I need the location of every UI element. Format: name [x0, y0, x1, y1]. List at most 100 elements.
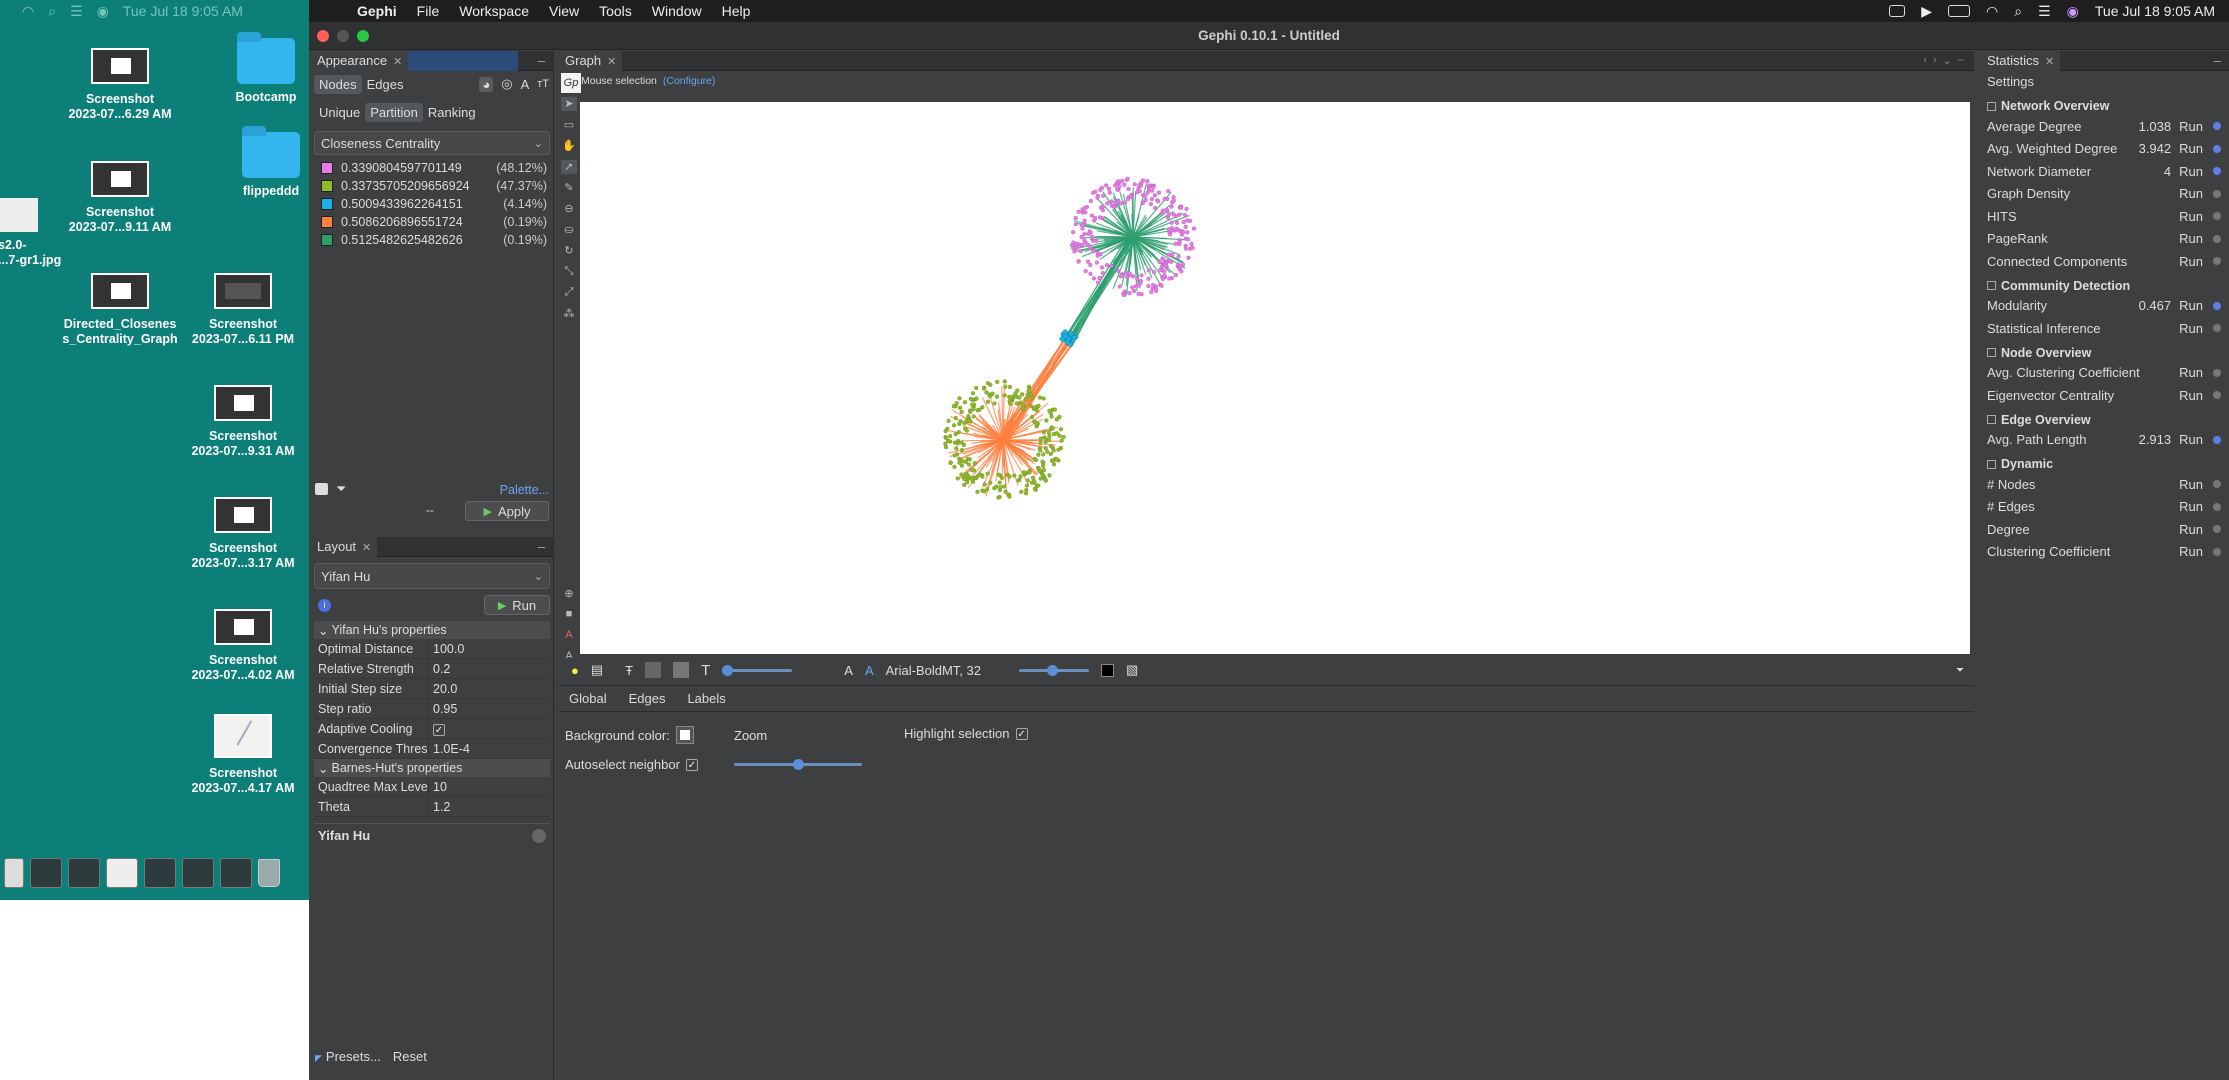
- partition-color-swatch[interactable]: [321, 162, 333, 174]
- tab-ranking[interactable]: Ranking: [423, 103, 481, 122]
- label-color-icon[interactable]: A: [521, 77, 530, 92]
- font-color-icon[interactable]: A: [865, 663, 874, 678]
- node-link-icon[interactable]: ⤢: [561, 286, 577, 300]
- font-color-icon[interactable]: A: [561, 629, 577, 643]
- partition-color-swatch[interactable]: [321, 180, 333, 192]
- menu-app-gephi[interactable]: Gephi: [357, 3, 397, 19]
- chevron-left-icon[interactable]: ‹: [1923, 54, 1927, 67]
- run-statistic-button[interactable]: Run: [2179, 365, 2203, 380]
- run-statistic-button[interactable]: Run: [2179, 119, 2203, 134]
- battery-icon[interactable]: [1948, 5, 1971, 17]
- report-info-icon[interactable]: [2213, 122, 2221, 131]
- partition-row[interactable]: 0.33735705209656924 (47.37%): [311, 177, 553, 195]
- configure-link[interactable]: (Configure): [663, 75, 716, 87]
- partition-row[interactable]: 0.5125482625482626 (0.19%): [311, 231, 553, 249]
- tab-layout[interactable]: Layout ✕: [311, 536, 378, 557]
- search-icon[interactable]: ⌕: [2014, 3, 2022, 20]
- chevron-right-icon[interactable]: ›: [1933, 54, 1937, 67]
- run-statistic-button[interactable]: Run: [2179, 164, 2203, 179]
- close-icon[interactable]: ✕: [393, 56, 402, 68]
- edge-pencil-icon[interactable]: ⤡: [561, 265, 577, 279]
- minimize-icon[interactable]: –: [538, 539, 545, 554]
- tab-appearance[interactable]: Appearance ✕: [311, 50, 409, 71]
- help-icon[interactable]: [532, 828, 546, 843]
- slider-knob[interactable]: [1047, 664, 1058, 676]
- collapse-icon[interactable]: [1987, 459, 1996, 469]
- notes-icon[interactable]: [1889, 5, 1906, 17]
- close-icon[interactable]: ✕: [2045, 56, 2054, 68]
- close-icon[interactable]: ✕: [362, 542, 371, 554]
- dock-item[interactable]: [220, 857, 252, 888]
- run-statistic-button[interactable]: Run: [2179, 298, 2203, 313]
- control-center-icon[interactable]: ☰: [2038, 3, 2051, 20]
- background-color-icon[interactable]: ■: [561, 608, 577, 622]
- zoom-slider[interactable]: [734, 759, 862, 770]
- property-row[interactable]: Convergence Thres 1.0E-4: [314, 739, 550, 759]
- property-row[interactable]: Theta 1.2: [314, 797, 550, 817]
- label-color-swatch[interactable]: [1101, 663, 1114, 677]
- desktop-file-directed-closeness[interactable]: Directed_Closenes s_Centrality_Graph: [55, 273, 185, 347]
- tab-statistics[interactable]: Statistics ✕: [1981, 50, 2061, 71]
- statistics-section-header[interactable]: Edge Overview: [1981, 411, 2229, 429]
- partition-row[interactable]: 0.3390804597701149 (48.12%): [311, 159, 553, 177]
- pencil-icon[interactable]: ✎: [561, 181, 577, 195]
- run-statistic-button[interactable]: Run: [2179, 254, 2203, 269]
- dock-item[interactable]: [4, 857, 24, 888]
- adaptive-cooling-checkbox[interactable]: ✓: [433, 723, 445, 736]
- menu-file[interactable]: File: [417, 3, 440, 19]
- statistics-section-header[interactable]: Community Detection: [1981, 277, 2229, 295]
- tab-edges[interactable]: Edges: [362, 75, 409, 94]
- menubar-clock[interactable]: Tue Jul 18 9:05 AM: [2095, 3, 2215, 19]
- graph-canvas[interactable]: [580, 102, 1970, 654]
- trash-icon[interactable]: [258, 858, 280, 887]
- label-size-slider[interactable]: [1019, 664, 1089, 676]
- collapse-icon[interactable]: [1987, 348, 1996, 357]
- heat-map-icon[interactable]: ⁂: [561, 307, 577, 321]
- size-icon[interactable]: ◎: [501, 76, 512, 92]
- font-scale-icon[interactable]: A: [844, 663, 853, 678]
- select-cursor-icon[interactable]: ➤: [561, 97, 577, 111]
- report-info-icon[interactable]: [2213, 435, 2221, 444]
- zoom-window-button[interactable]: [357, 29, 369, 42]
- tab-partition[interactable]: Partition: [365, 102, 423, 122]
- statistics-section-header[interactable]: Network Overview: [1981, 97, 2229, 115]
- run-statistic-button[interactable]: Run: [2179, 321, 2203, 336]
- collapse-icon[interactable]: [1987, 415, 1996, 424]
- attribute-select[interactable]: Closeness Centrality ⌄: [314, 131, 550, 155]
- background-color-button[interactable]: [675, 726, 694, 744]
- dock-item[interactable]: [68, 857, 100, 888]
- desktop-file-screenshot-3[interactable]: Screenshot 2023-07...6.11 PM: [178, 273, 308, 347]
- presets-button[interactable]: ◤ Presets...: [315, 1049, 381, 1064]
- menu-view[interactable]: View: [549, 3, 579, 19]
- property-row[interactable]: Step ratio 0.95: [314, 699, 550, 719]
- wifi-icon[interactable]: ◠: [1986, 3, 1998, 20]
- menu-workspace[interactable]: Workspace: [459, 3, 529, 19]
- edge-color-icon[interactable]: [645, 662, 662, 678]
- desktop-file-screenshot-6[interactable]: Screenshot 2023-07...4.02 AM: [178, 609, 308, 683]
- partition-color-swatch[interactable]: [321, 198, 333, 210]
- property-row[interactable]: Adaptive Cooling ✓: [314, 719, 550, 739]
- collapse-icon[interactable]: [1987, 101, 1996, 111]
- tab-labels[interactable]: Labels: [687, 691, 725, 706]
- label-size-icon[interactable]: тT: [537, 78, 549, 90]
- run-statistic-button[interactable]: Run: [2179, 141, 2203, 156]
- collapse-icon[interactable]: [1987, 281, 1996, 290]
- tab-nodes[interactable]: Nodes: [314, 74, 362, 94]
- color-palette-icon[interactable]: ◕: [479, 76, 494, 92]
- highlight-selection-checkbox[interactable]: ✓: [1015, 727, 1028, 740]
- direct-select-icon[interactable]: ➚: [561, 160, 577, 174]
- apply-button[interactable]: ▶ Apply: [465, 501, 549, 521]
- menu-window[interactable]: Window: [652, 3, 702, 19]
- attributes-icon[interactable]: ▧: [1126, 662, 1138, 678]
- statistics-settings-link[interactable]: Settings: [1981, 71, 2229, 93]
- run-statistic-button[interactable]: Run: [2179, 209, 2203, 224]
- layout-algorithm-select[interactable]: Yifan Hu ⌄: [314, 563, 550, 589]
- minimize-icon[interactable]: –: [538, 53, 545, 68]
- report-info-icon[interactable]: [2213, 144, 2221, 153]
- slider-knob[interactable]: [722, 664, 734, 676]
- tab-edges[interactable]: Edges: [629, 691, 666, 706]
- lightbulb-icon[interactable]: ●: [571, 663, 579, 678]
- partition-row[interactable]: 0.5086206896551724 (0.19%): [311, 213, 553, 231]
- filter-icon[interactable]: ⏷: [336, 481, 346, 497]
- run-statistic-button[interactable]: Run: [2179, 231, 2203, 246]
